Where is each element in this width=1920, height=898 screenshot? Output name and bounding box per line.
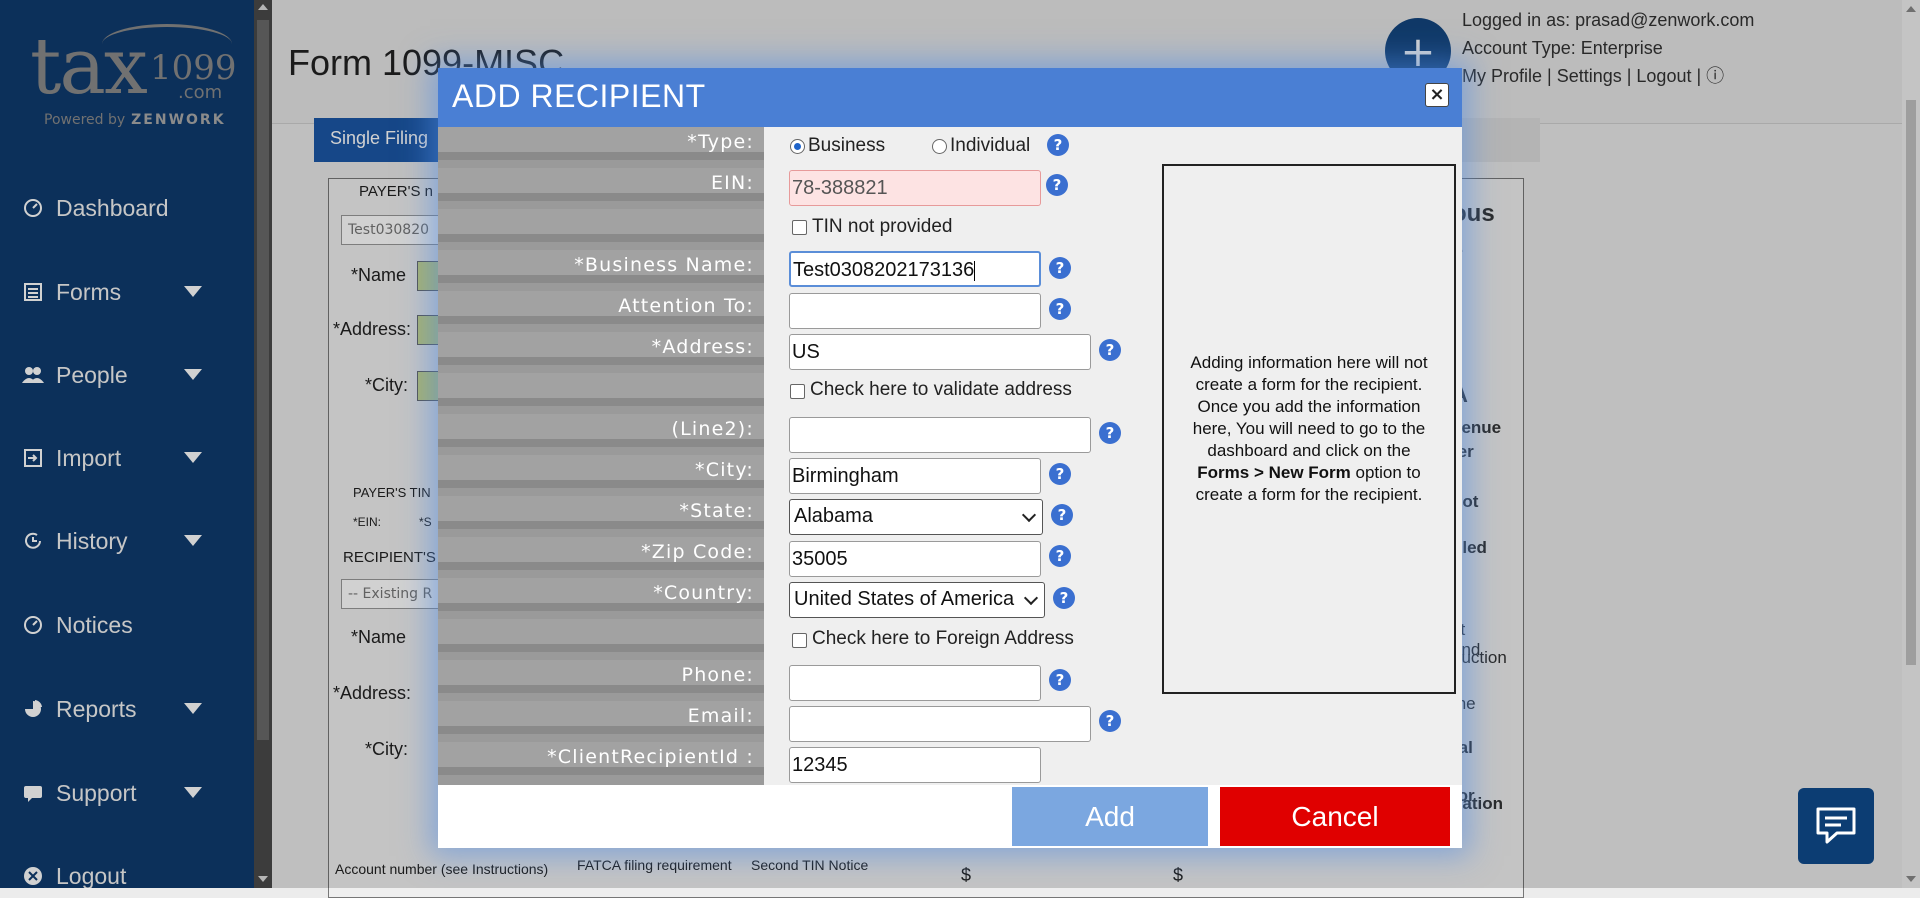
- phone-label-row: Phone:: [438, 660, 764, 693]
- foreign-spacer-row: [438, 619, 764, 652]
- info-box: Adding information here will not create …: [1162, 164, 1456, 694]
- line2-label: (Line2):: [671, 418, 754, 440]
- info-text-part1: Adding information here will not create …: [1190, 353, 1428, 460]
- business-name-label: *Business Name:: [574, 254, 754, 276]
- zip-label-row: *Zip Code:: [438, 537, 764, 570]
- phone-label: Phone:: [681, 664, 754, 686]
- email-label: Email:: [687, 705, 754, 727]
- tin-spacer-row: [438, 209, 764, 242]
- help-icon[interactable]: ?: [1099, 710, 1121, 732]
- add-recipient-modal: ADD RECIPIENT × *Type: EIN: *Business Na…: [438, 68, 1462, 848]
- business-name-value: Test0308202173136: [793, 259, 975, 281]
- email-input[interactable]: [789, 706, 1091, 742]
- state-value: Alabama: [794, 505, 873, 527]
- label-column: *Type: EIN: *Business Name: Attention To…: [438, 127, 764, 785]
- close-button[interactable]: ×: [1425, 83, 1449, 107]
- line2-label-row: (Line2):: [438, 414, 764, 447]
- country-value: United States of America: [794, 588, 1015, 610]
- help-icon[interactable]: ?: [1049, 669, 1071, 691]
- help-icon[interactable]: ?: [1049, 257, 1071, 279]
- country-label-row: *Country:: [438, 578, 764, 611]
- client-recipient-id-input[interactable]: 12345: [789, 747, 1041, 783]
- tin-not-provided-checkbox[interactable]: [792, 220, 807, 235]
- cancel-button[interactable]: Cancel: [1220, 787, 1450, 846]
- text-cursor: [974, 260, 976, 281]
- help-icon[interactable]: ?: [1051, 504, 1073, 526]
- radio-business[interactable]: [790, 139, 805, 154]
- foreign-address-checkbox[interactable]: [792, 633, 807, 648]
- ein-input[interactable]: 78-388821: [789, 170, 1041, 206]
- info-text-bold: Forms > New Form: [1197, 463, 1351, 482]
- business-radio-label[interactable]: Business: [808, 135, 885, 157]
- city-label: *City:: [695, 459, 754, 481]
- help-icon[interactable]: ?: [1049, 463, 1071, 485]
- business-name-label-row: *Business Name:: [438, 250, 764, 283]
- help-icon[interactable]: ?: [1046, 174, 1068, 196]
- state-select[interactable]: Alabama: [789, 499, 1043, 535]
- type-label: *Type:: [687, 131, 754, 153]
- foreign-address-label[interactable]: Check here to Foreign Address: [812, 628, 1074, 650]
- phone-input[interactable]: [789, 665, 1041, 701]
- add-button[interactable]: Add: [1012, 787, 1208, 846]
- ein-label: EIN:: [710, 172, 754, 194]
- attention-label-row: Attention To:: [438, 291, 764, 324]
- radio-individual[interactable]: [932, 139, 947, 154]
- attention-to-input[interactable]: [789, 293, 1041, 329]
- address-label-row: *Address:: [438, 332, 764, 365]
- type-label-row: *Type:: [438, 127, 764, 160]
- zip-label: *Zip Code:: [641, 541, 754, 563]
- city-label-row: *City:: [438, 455, 764, 488]
- address-input[interactable]: US: [789, 334, 1091, 370]
- modal-header: ADD RECIPIENT ×: [438, 68, 1462, 127]
- tin-not-provided-label[interactable]: TIN not provided: [812, 216, 952, 238]
- individual-radio-label[interactable]: Individual: [950, 135, 1030, 157]
- help-icon[interactable]: ?: [1049, 545, 1071, 567]
- modal-footer: Add Cancel: [438, 785, 1462, 848]
- help-icon[interactable]: ?: [1047, 134, 1069, 156]
- chevron-down-icon: [1021, 507, 1037, 523]
- address-label: *Address:: [651, 336, 754, 358]
- state-label: *State:: [679, 500, 754, 522]
- chat-button[interactable]: [1798, 788, 1874, 864]
- line2-input[interactable]: [789, 417, 1091, 453]
- chevron-down-icon: [1023, 590, 1039, 606]
- help-icon[interactable]: ?: [1049, 298, 1071, 320]
- info-text: Adding information here will not create …: [1184, 352, 1434, 506]
- validate-spacer-row: [438, 373, 764, 406]
- help-icon[interactable]: ?: [1099, 422, 1121, 444]
- chat-icon: [1816, 807, 1856, 844]
- client-id-label-row: *ClientRecipientId :: [438, 742, 764, 775]
- help-icon[interactable]: ?: [1053, 587, 1075, 609]
- state-label-row: *State:: [438, 496, 764, 529]
- modal-title: ADD RECIPIENT: [452, 78, 706, 114]
- help-icon[interactable]: ?: [1099, 339, 1121, 361]
- business-name-input[interactable]: Test0308202173136: [789, 251, 1041, 287]
- zip-code-input[interactable]: 35005: [789, 541, 1041, 577]
- validate-address-label[interactable]: Check here to validate address: [810, 379, 1072, 401]
- email-label-row: Email:: [438, 701, 764, 734]
- ein-label-row: EIN:: [438, 168, 764, 201]
- city-input[interactable]: Birmingham: [789, 458, 1041, 494]
- close-icon: ×: [1429, 84, 1445, 105]
- client-id-label: *ClientRecipientId :: [547, 746, 754, 768]
- country-select[interactable]: United States of America: [789, 582, 1045, 618]
- attention-label: Attention To:: [618, 295, 754, 317]
- validate-address-checkbox[interactable]: [790, 384, 805, 399]
- country-label: *Country:: [653, 582, 754, 604]
